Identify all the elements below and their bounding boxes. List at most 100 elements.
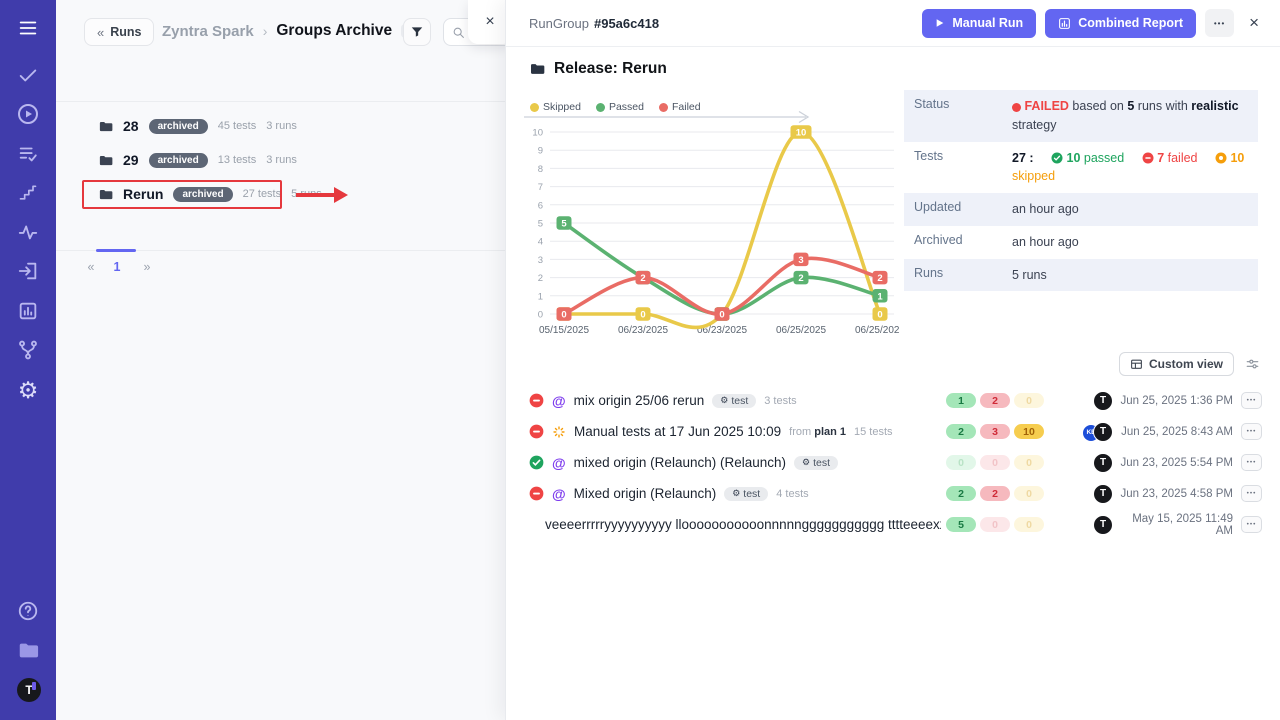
chart-point-label: 0	[557, 307, 572, 321]
funnel-icon	[410, 25, 424, 39]
skipped-pill: 0	[1014, 393, 1044, 408]
list-check-icon[interactable]	[16, 142, 40, 166]
svg-text:06/25/2025: 06/25/2025	[776, 325, 826, 336]
branch-icon[interactable]	[16, 338, 40, 362]
svg-text:10: 10	[532, 128, 543, 139]
drawer-more-button[interactable]: •••	[1205, 9, 1234, 37]
analytics-icon[interactable]	[16, 299, 40, 323]
detail-value-runs: 5 runs	[1012, 266, 1256, 285]
menu-icon[interactable]	[16, 16, 40, 40]
automated-run-icon: @	[552, 455, 566, 471]
drawer-actions: Manual Run Combined Report ••• ×	[922, 9, 1259, 38]
run-name[interactable]: Manual tests at 17 Jun 2025 10:09	[574, 424, 781, 439]
filters-sliders-icon[interactable]	[1245, 357, 1260, 371]
svg-text:2: 2	[640, 273, 645, 284]
help-icon[interactable]	[16, 599, 40, 623]
run-name[interactable]: veeeerrrrryyyyyyyyyy llooooooooooonnnnng…	[545, 517, 941, 532]
steps-icon[interactable]	[16, 181, 40, 205]
import-icon[interactable]	[16, 259, 40, 283]
user-avatar[interactable]: T	[17, 678, 41, 702]
manual-run-button[interactable]: Manual Run	[922, 9, 1036, 38]
svg-text:0: 0	[538, 310, 543, 321]
run-row[interactable]: Manual tests at 17 Jun 2025 10:09 from p…	[529, 416, 1265, 447]
legend-item-failed[interactable]: Failed	[659, 101, 701, 113]
svg-text:4: 4	[538, 237, 543, 248]
group-runs-count: 3 runs	[266, 154, 297, 166]
run-name[interactable]: mixed origin (Relaunch) (Relaunch)	[574, 455, 786, 470]
svg-text:0: 0	[561, 310, 566, 321]
chart-point-label: 0	[873, 307, 888, 321]
group-tests-count: 27 tests	[243, 188, 282, 200]
group-row-29[interactable]: 29 archived 13 tests 3 runs	[56, 143, 505, 177]
chart-point-label: 10	[791, 125, 812, 139]
run-tests-count: 4 tests	[776, 488, 808, 500]
back-to-runs-button[interactable]: « Runs	[84, 18, 154, 46]
filter-button[interactable]	[403, 18, 431, 46]
run-more-button[interactable]: •••	[1241, 392, 1262, 409]
archived-badge: archived	[149, 119, 208, 134]
avatar: T	[1093, 391, 1113, 411]
combined-report-button[interactable]: Combined Report	[1045, 9, 1196, 38]
group-row-rerun[interactable]: Rerun archived 27 tests 5 runs	[56, 177, 505, 211]
custom-view-button[interactable]: Custom view	[1119, 352, 1234, 376]
passed-check-icon	[1051, 152, 1063, 164]
group-name: 29	[123, 152, 139, 168]
svg-text:3: 3	[798, 255, 803, 266]
detail-row-tests: Tests 27 : 10 passed 7 failed 10 skipped	[904, 142, 1258, 194]
run-tag-pill: ⚙test	[712, 394, 756, 408]
manual-run-icon	[552, 425, 566, 439]
settings-gear-icon[interactable]: ⚙	[16, 378, 40, 402]
run-name[interactable]: Mixed origin (Relaunch)	[574, 486, 717, 501]
run-more-button[interactable]: •••	[1241, 423, 1262, 440]
pagination-prev[interactable]: «	[82, 260, 100, 274]
more-icon: •••	[1247, 428, 1257, 435]
run-row[interactable]: @ mixed origin (Relaunch) (Relaunch) ⚙te…	[529, 447, 1265, 478]
rungroup-drawer: RunGroup #95a6c418 Manual Run Combined R…	[505, 0, 1280, 720]
detail-row-runs: Runs 5 runs	[904, 259, 1258, 292]
chart-point-label: 0	[715, 307, 730, 321]
group-name: 28	[123, 118, 139, 134]
tasks-check-icon[interactable]	[16, 63, 40, 87]
failed-status-icon	[529, 393, 544, 408]
run-more-button[interactable]: •••	[1241, 454, 1262, 471]
svg-text:10: 10	[796, 128, 807, 139]
pagination-page-1[interactable]: 1	[108, 260, 126, 274]
run-row[interactable]: veeeerrrrryyyyyyyyyy llooooooooooonnnnng…	[529, 509, 1265, 540]
drawer-close-button[interactable]: ×	[1249, 13, 1259, 33]
passed-pill: 5	[946, 517, 976, 532]
run-date: Jun 23, 2025 5:54 PM	[1115, 457, 1233, 469]
search-icon	[452, 26, 465, 39]
group-row-28[interactable]: 28 archived 45 tests 3 runs	[56, 109, 505, 143]
chart-x-labels: 05/15/202506/23/202506/23/202506/25/2025…	[539, 325, 900, 336]
run-more-button[interactable]: •••	[1241, 516, 1262, 533]
close-icon: ×	[1249, 13, 1259, 32]
legend-label: Skipped	[543, 101, 581, 113]
svg-text:05/15/2025: 05/15/2025	[539, 325, 589, 336]
run-row[interactable]: @ Mixed origin (Relaunch) ⚙test 4 tests …	[529, 478, 1265, 509]
failed-pill: 2	[980, 486, 1010, 501]
run-date: Jun 25, 2025 1:36 PM	[1115, 395, 1233, 407]
group-runs-count: 5 runs	[291, 188, 322, 200]
run-play-icon[interactable]	[16, 102, 40, 126]
legend-label: Failed	[672, 101, 701, 113]
breadcrumb-project[interactable]: Zyntra Spark	[162, 23, 254, 40]
svg-text:0: 0	[640, 310, 645, 321]
avatar: T	[1093, 422, 1113, 442]
automated-run-icon: @	[552, 486, 566, 502]
skipped-pill: 0	[1014, 486, 1044, 501]
legend-item-skipped[interactable]: Skipped	[530, 101, 581, 113]
pulse-icon[interactable]	[16, 220, 40, 244]
run-name[interactable]: mix origin 25/06 rerun	[574, 393, 705, 408]
app-root: ⚙ T « Runs Zyntra Spark › Groups Archive…	[0, 0, 1280, 720]
groups-panel: « Runs Zyntra Spark › Groups Archive 3 2…	[56, 0, 505, 720]
projects-folder-icon[interactable]	[16, 638, 40, 662]
run-from-plan: from plan 1	[789, 426, 846, 438]
legend-item-passed[interactable]: Passed	[596, 101, 644, 113]
pagination-next[interactable]: »	[138, 260, 156, 274]
rungroup-id: #95a6c418	[594, 16, 659, 31]
rungroup-title: Release: Rerun	[529, 60, 667, 78]
run-row[interactable]: @ mix origin 25/06 rerun ⚙test 3 tests 1…	[529, 385, 1265, 416]
folder-icon	[98, 119, 113, 134]
run-more-button[interactable]: •••	[1241, 485, 1262, 502]
svg-text:0: 0	[719, 310, 724, 321]
